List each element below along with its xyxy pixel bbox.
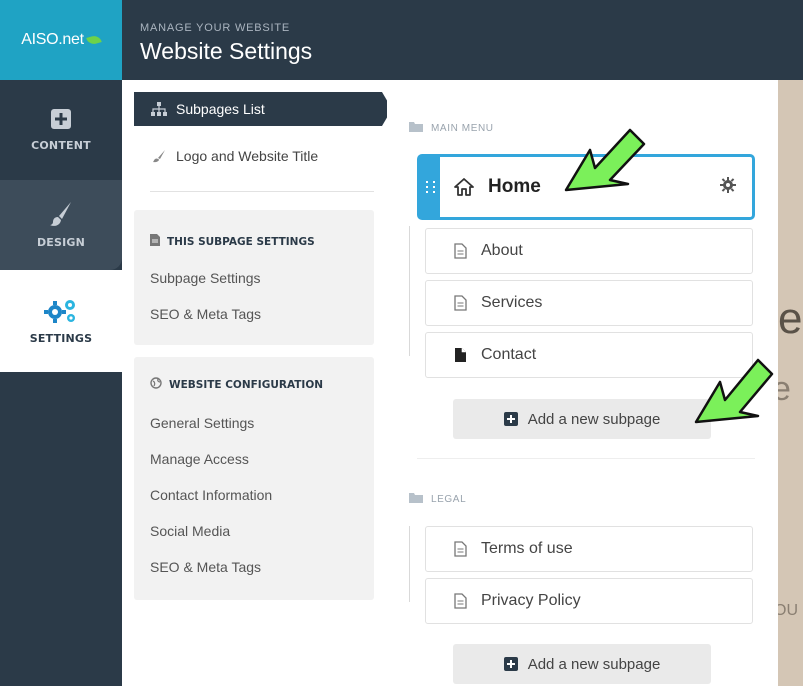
plus-square-icon xyxy=(503,657,518,671)
menu-social-media[interactable]: Social Media xyxy=(150,523,230,539)
preview-glyph-ou: OU xyxy=(778,602,798,619)
section-label-legal: LEGAL xyxy=(409,493,466,506)
home-icon xyxy=(454,178,474,196)
menu-logo-title[interactable]: Logo and Website Title xyxy=(134,138,386,174)
document-icon xyxy=(454,541,467,557)
panel-title: WEBSITE CONFIGURATION xyxy=(150,377,323,392)
divider xyxy=(417,458,755,459)
website-preview: e e OU xyxy=(778,80,803,686)
add-subpage-button[interactable]: Add a new subpage xyxy=(453,644,711,684)
menu-link-label: Subpages List xyxy=(176,101,265,117)
document-icon xyxy=(150,234,160,249)
sidebar-filler xyxy=(0,372,122,686)
folder-icon xyxy=(409,493,423,506)
page-item-label: Terms of use xyxy=(481,540,573,557)
menu-website-seo[interactable]: SEO & Meta Tags xyxy=(150,559,261,575)
settings-menu: Subpages List Logo and Website Title THI… xyxy=(122,80,392,686)
page-item-label: Home xyxy=(488,176,541,197)
sidebar-item-label: DESIGN xyxy=(36,236,86,249)
add-subpage-label: Add a new subpage xyxy=(527,655,661,673)
gear-icon[interactable] xyxy=(720,177,736,199)
page-item-terms[interactable]: Terms of use xyxy=(425,526,753,572)
globe-icon xyxy=(150,377,162,392)
menu-link-label: Logo and Website Title xyxy=(176,148,319,164)
section-label-main-menu: MAIN MENU xyxy=(409,122,494,135)
menu-subpages-list[interactable]: Subpages List xyxy=(134,92,392,126)
menu-contact-information[interactable]: Contact Information xyxy=(150,487,272,503)
add-subpage-label: Add a new subpage xyxy=(527,410,661,428)
tree-line xyxy=(409,226,423,356)
page-item-label: Privacy Policy xyxy=(481,592,581,609)
brush-icon xyxy=(150,149,168,163)
sidebar-item-label: SETTINGS xyxy=(29,332,93,345)
header: MANAGE YOUR WEBSITE Website Settings xyxy=(122,0,778,80)
page-item-label: About xyxy=(481,242,523,259)
panel-title-text: THIS SUBPAGE SETTINGS xyxy=(167,235,315,248)
drag-handle[interactable] xyxy=(420,157,440,217)
section-label-text: LEGAL xyxy=(431,494,467,505)
add-subpage-button[interactable]: Add a new subpage xyxy=(453,399,711,439)
plus-square-icon xyxy=(503,412,518,426)
sitemap-icon xyxy=(150,102,168,116)
plus-square-icon xyxy=(50,108,72,133)
header-edge xyxy=(778,0,803,80)
divider xyxy=(150,191,374,192)
annotation-arrow xyxy=(564,128,646,192)
preview-glyph-e: e xyxy=(778,294,803,343)
page-title: Website Settings xyxy=(140,38,313,64)
document-filled-icon xyxy=(454,347,467,363)
page-item-privacy[interactable]: Privacy Policy xyxy=(425,578,753,624)
sidebar-item-settings[interactable]: SETTINGS xyxy=(0,270,122,372)
menu-manage-access[interactable]: Manage Access xyxy=(150,451,249,467)
sidebar-item-label: CONTENT xyxy=(31,139,91,152)
logo-text: AISO.net xyxy=(21,31,84,48)
logo[interactable]: AISO.net xyxy=(0,0,122,80)
panel-title-text: WEBSITE CONFIGURATION xyxy=(169,378,324,391)
page-item-services[interactable]: Services xyxy=(425,280,753,326)
leaf-icon xyxy=(85,34,102,46)
header-subtitle: MANAGE YOUR WEBSITE xyxy=(140,22,291,34)
menu-subpage-settings[interactable]: Subpage Settings xyxy=(150,270,261,286)
page-item-label: Contact xyxy=(481,346,537,363)
section-label-text: MAIN MENU xyxy=(431,123,494,134)
sidebar-item-content[interactable]: CONTENT xyxy=(0,80,122,180)
brush-icon xyxy=(49,201,73,230)
folder-icon xyxy=(409,122,423,135)
menu-general-settings[interactable]: General Settings xyxy=(150,415,254,431)
page-item-label: Services xyxy=(481,294,543,311)
panel-title: THIS SUBPAGE SETTINGS xyxy=(150,234,315,249)
website-configuration-panel: WEBSITE CONFIGURATION General Settings M… xyxy=(134,357,374,600)
gears-icon xyxy=(44,297,78,326)
annotation-arrow xyxy=(694,358,774,424)
page-item-about[interactable]: About xyxy=(425,228,753,274)
document-icon xyxy=(454,593,467,609)
sidebar-item-design[interactable]: DESIGN xyxy=(0,180,122,270)
menu-subpage-seo[interactable]: SEO & Meta Tags xyxy=(150,306,261,322)
subpage-settings-panel: THIS SUBPAGE SETTINGS Subpage Settings S… xyxy=(134,210,374,345)
document-icon xyxy=(454,295,467,311)
tree-line xyxy=(409,526,423,602)
document-icon xyxy=(454,243,467,259)
